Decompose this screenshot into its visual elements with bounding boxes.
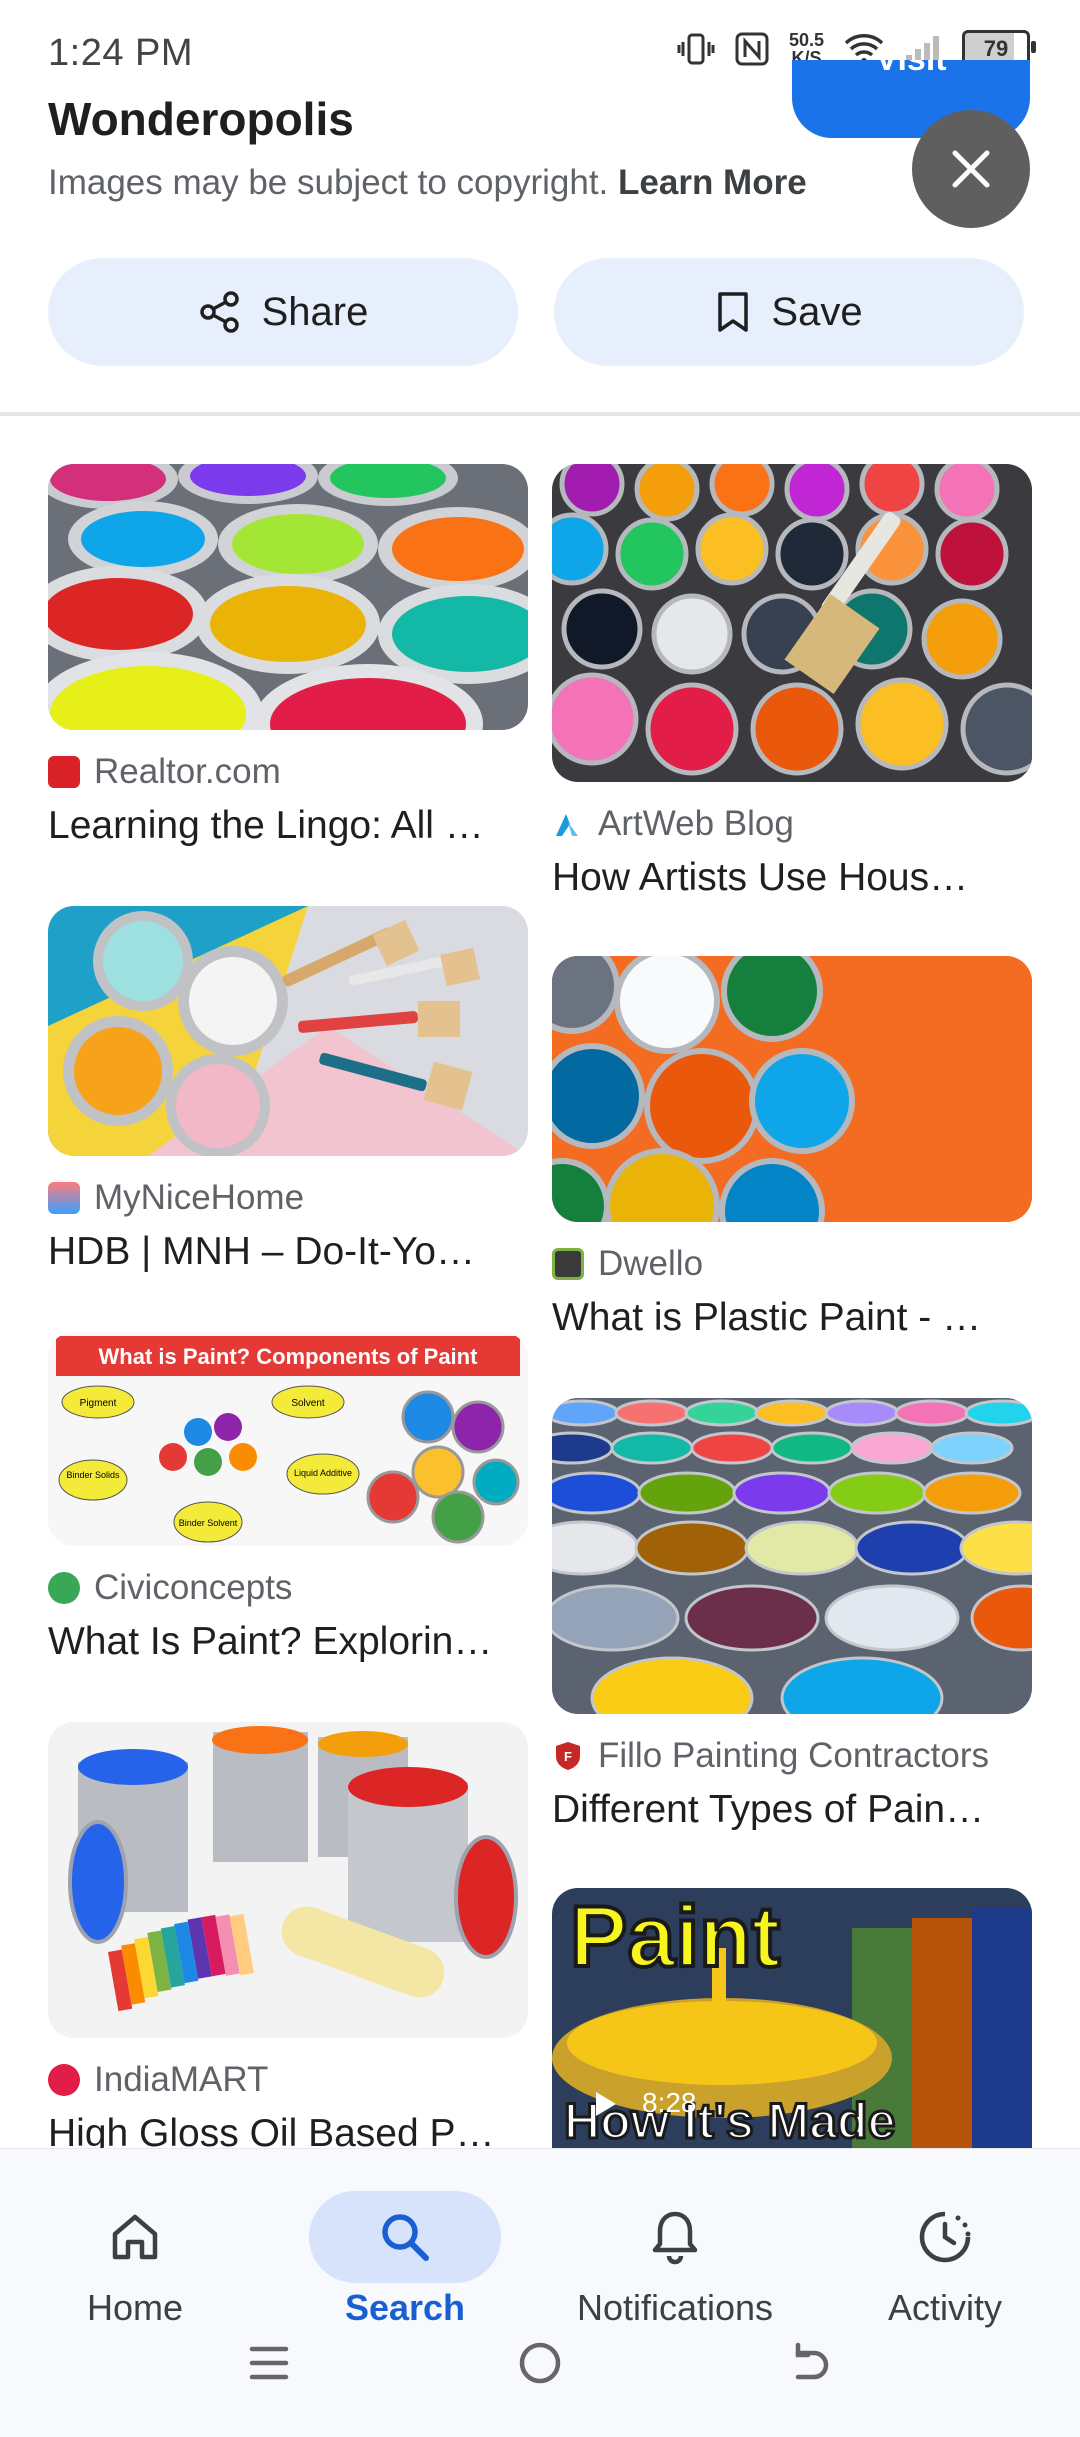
dwello-favicon xyxy=(552,1248,584,1280)
mynicehome-favicon xyxy=(48,1182,80,1214)
close-icon xyxy=(952,150,990,188)
thumb-heading: What is Paint? Components of Paint xyxy=(99,1344,479,1369)
result-title[interactable]: Different Types of Pain… xyxy=(552,1788,1022,1832)
result-image[interactable] xyxy=(552,464,1032,782)
nav-home-label: Home xyxy=(86,2287,184,2328)
nfc-icon xyxy=(735,32,769,66)
result-source: MyNiceHome xyxy=(48,1178,528,1218)
result-card[interactable]: ArtWeb Blog How Artists Use Hous… xyxy=(552,464,1032,900)
back-icon[interactable] xyxy=(788,2341,832,2385)
search-icon xyxy=(382,2214,429,2261)
nav-search-label: Search xyxy=(344,2287,466,2328)
result-source: F Fillo Painting Contractors xyxy=(552,1736,1032,1776)
indiamart-favicon xyxy=(48,2064,80,2096)
result-title[interactable]: Learning the Lingo: All … xyxy=(48,804,518,848)
label-pigment: Pigment xyxy=(80,1398,117,1409)
result-title[interactable]: How Artists Use Hous… xyxy=(552,856,1022,900)
result-image[interactable]: What is Paint? Components of Paint Pigme… xyxy=(48,1332,528,1546)
result-card[interactable]: F Fillo Painting Contractors Different T… xyxy=(552,1398,1032,1832)
realtor-favicon xyxy=(48,756,80,788)
civiconcepts-favicon xyxy=(48,1572,80,1604)
video-thumbnail[interactable]: Paint How It's Made 8:28 xyxy=(552,1888,1032,2148)
result-image[interactable] xyxy=(552,956,1032,1222)
home-circle-icon[interactable] xyxy=(518,2341,562,2385)
learn-more-link[interactable]: Learn More xyxy=(618,163,807,202)
result-title[interactable]: What Is Paint? Explorin… xyxy=(48,1620,518,1664)
result-source: Dwello xyxy=(552,1244,1032,1284)
result-source: IndiaMART xyxy=(48,2060,528,2100)
nav-activity-label: Activity xyxy=(887,2287,1002,2328)
result-card[interactable]: Dwello What is Plastic Paint - … xyxy=(552,956,1032,1340)
share-icon xyxy=(199,291,239,333)
save-button[interactable]: Save xyxy=(554,258,1024,366)
share-button[interactable]: Share xyxy=(48,258,518,366)
label-binder-solids: Binder Solids xyxy=(66,1470,120,1480)
save-label: Save xyxy=(771,289,863,334)
result-image[interactable] xyxy=(48,906,528,1156)
fillo-favicon: F xyxy=(556,1742,580,1770)
video-title-top: Paint xyxy=(570,1889,780,1985)
result-title[interactable]: What is Plastic Paint - … xyxy=(552,1296,1022,1340)
result-source: Civiconcepts xyxy=(48,1568,528,1608)
site-title: Wonderopolis xyxy=(48,93,354,145)
activity-icon xyxy=(919,2211,971,2263)
bottom-navigation: Home Search Notifications Activity xyxy=(0,2148,1080,2437)
nav-search[interactable]: Search xyxy=(270,2149,540,2349)
nav-home[interactable]: Home xyxy=(0,2149,270,2349)
recent-apps-icon[interactable] xyxy=(248,2341,290,2385)
bell-icon xyxy=(652,2211,698,2265)
vibrate-icon xyxy=(677,33,715,65)
result-card[interactable]: What is Paint? Components of Paint Pigme… xyxy=(48,1332,528,1664)
nav-activity[interactable]: Activity xyxy=(810,2149,1080,2349)
video-duration: 8:28 xyxy=(642,2087,697,2118)
system-navigation xyxy=(0,2341,1080,2421)
bookmark-icon xyxy=(718,292,749,332)
label-binder-solvent: Binder Solvent xyxy=(179,1518,238,1528)
copyright-notice: Images may be subject to copyright. Lear… xyxy=(48,163,807,202)
result-image[interactable] xyxy=(552,1398,1032,1714)
status-time: 1:24 PM xyxy=(48,32,194,74)
result-image[interactable] xyxy=(48,1722,528,2038)
divider xyxy=(0,412,1080,416)
svg-text:F: F xyxy=(564,1749,572,1764)
nav-notifications[interactable]: Notifications xyxy=(540,2149,810,2349)
result-source: Realtor.com xyxy=(48,752,528,792)
close-button[interactable] xyxy=(912,110,1030,228)
nav-notifications-label: Notifications xyxy=(576,2287,774,2328)
home-icon xyxy=(112,2214,158,2260)
result-card[interactable]: Realtor.com Learning the Lingo: All … xyxy=(48,464,528,848)
share-label: Share xyxy=(261,289,369,334)
result-card[interactable]: IndiaMART High Gloss Oil Based P… xyxy=(48,1722,528,2156)
label-liquid-additive: Liquid Additive xyxy=(294,1468,352,1478)
artweb-favicon xyxy=(556,814,578,836)
result-title[interactable]: HDB | MNH – Do-It-Yo… xyxy=(48,1230,518,1274)
result-image[interactable] xyxy=(48,464,528,730)
result-source: ArtWeb Blog xyxy=(552,804,1032,844)
label-solvent: Solvent xyxy=(291,1398,325,1409)
result-card[interactable]: MyNiceHome HDB | MNH – Do-It-Yo… xyxy=(48,906,528,1274)
video-title-bottom: How It's Made xyxy=(564,2093,895,2148)
result-card[interactable]: Paint How It's Made 8:28 xyxy=(552,1888,1032,2148)
